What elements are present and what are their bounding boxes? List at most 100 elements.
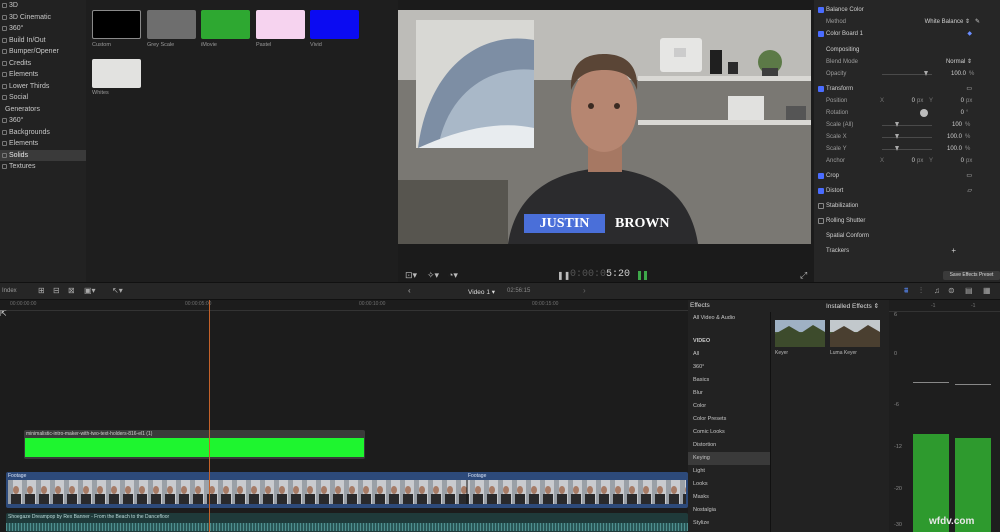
browser-item[interactable]: 3D Cinematic <box>0 12 86 24</box>
rolling-shutter-checkbox[interactable] <box>818 218 824 224</box>
browser-item[interactable]: Bumper/Opener <box>0 46 86 58</box>
browser-item[interactable]: 360° <box>0 115 86 127</box>
scale-y-slider[interactable] <box>882 149 932 150</box>
color-tool-icon[interactable]: ✧▾ <box>427 270 439 281</box>
anchor-y-value[interactable]: 0 <box>961 155 964 167</box>
browser-item[interactable]: 3D <box>0 0 86 12</box>
clip-appearance-icon[interactable]: ▤ <box>965 286 973 295</box>
scale-x-value[interactable]: 100.0 <box>947 131 962 143</box>
scale-all-value[interactable]: 100 <box>952 119 962 131</box>
connect-clip-icon[interactable]: ⊞ <box>38 286 45 295</box>
timecode-display[interactable]: 0:00:05:20 <box>570 269 630 280</box>
index-button[interactable]: Index <box>2 288 17 294</box>
category-distortion[interactable]: Distortion <box>688 439 770 452</box>
balance-color-checkbox[interactable] <box>818 7 824 13</box>
video-frame[interactable]: JUSTIN BROWN <box>398 10 811 244</box>
distort-onscreen-icon[interactable]: ▱ <box>967 185 972 197</box>
swatch-whites[interactable] <box>92 59 141 88</box>
project-name-dropdown[interactable]: Video 1 ▾ <box>468 288 495 296</box>
category-all-video-audio[interactable]: All Video & Audio <box>688 312 770 325</box>
browser-item[interactable]: Textures <box>0 161 86 173</box>
browser-item[interactable]: Social <box>0 92 86 104</box>
footage-storyline[interactable]: Footage Footage <box>6 472 688 508</box>
timeline[interactable]: 00:00:00:00 00:00:05:00 00:00:10:00 00:0… <box>0 300 688 532</box>
overwrite-clip-icon[interactable]: ▣▾ <box>84 286 96 295</box>
eyedropper-icon[interactable]: ✎ <box>975 16 980 28</box>
transform-checkbox[interactable] <box>818 86 824 92</box>
playhead[interactable] <box>209 300 210 532</box>
swatch-imovie[interactable] <box>201 10 250 39</box>
swatch-vivid[interactable] <box>310 10 359 39</box>
category-all[interactable]: All <box>688 348 770 361</box>
crop-checkbox[interactable] <box>818 173 824 179</box>
history-back-icon[interactable]: ‹ <box>408 286 411 295</box>
browser-item[interactable]: Build In/Out <box>0 35 86 47</box>
color-board-checkbox[interactable] <box>818 31 824 37</box>
swatch-grey-scale[interactable] <box>147 10 196 39</box>
browser-item[interactable]: Elements <box>0 138 86 150</box>
title-clip[interactable]: minimalistic-intro-maker-with-two-text-h… <box>24 430 365 459</box>
installed-effects-dropdown[interactable]: Installed Effects ⇕ <box>826 302 879 310</box>
effect-thumb-keyer[interactable] <box>775 320 825 347</box>
category-looks[interactable]: Looks <box>688 478 770 491</box>
crop-onscreen-icon[interactable]: ▭ <box>966 170 972 182</box>
ruler-tick: 00:00:15:00 <box>532 301 559 307</box>
position-x-value[interactable]: 0 <box>912 95 915 107</box>
browser-item[interactable]: Credits <box>0 58 86 70</box>
audio-skimming-icon[interactable]: ⫶ <box>920 286 922 296</box>
category-color[interactable]: Color <box>688 400 770 413</box>
stabilization-checkbox[interactable] <box>818 203 824 209</box>
timeline-ruler[interactable]: 00:00:00:00 00:00:05:00 00:00:10:00 00:0… <box>0 300 688 311</box>
browser-item[interactable]: Lower Thirds <box>0 81 86 93</box>
audio-waveform <box>6 523 688 531</box>
category-360[interactable]: 360° <box>688 361 770 374</box>
category-basics[interactable]: Basics <box>688 374 770 387</box>
swatch-pastel[interactable] <box>256 10 305 39</box>
speed-tool-icon[interactable]: ◔▾ <box>448 270 458 281</box>
skimming-icon[interactable]: ⩩ <box>904 286 908 296</box>
headphones-icon[interactable]: ♫ <box>934 286 940 295</box>
color-board-label: Color Board 1 <box>826 31 864 37</box>
browser-item[interactable]: Backgrounds <box>0 127 86 139</box>
distort-checkbox[interactable] <box>818 188 824 194</box>
fullscreen-icon[interactable]: ⤢ <box>800 270 807 281</box>
select-tool-icon[interactable]: ↖▾ <box>112 286 123 295</box>
scale-x-slider[interactable] <box>882 137 932 138</box>
rotation-dial[interactable] <box>920 109 928 117</box>
audio-clip[interactable]: Shoegaze Dreampop by Rex Banner - From t… <box>6 513 688 532</box>
effects-browser-icon[interactable]: ▦ <box>983 286 991 295</box>
transform-onscreen-icon[interactable]: ▭ <box>966 83 972 95</box>
category-light[interactable]: Light <box>688 465 770 478</box>
opacity-slider[interactable] <box>882 74 932 75</box>
insert-clip-icon[interactable]: ⊟ <box>53 286 60 295</box>
category-masks[interactable]: Masks <box>688 491 770 504</box>
scale-y-value[interactable]: 100.0 <box>947 143 962 155</box>
rotation-value[interactable]: 0 <box>961 107 964 119</box>
category-nostalgia[interactable]: Nostalgia <box>688 504 770 517</box>
swatch-custom[interactable] <box>92 10 141 39</box>
category-keying[interactable]: Keying <box>688 452 770 465</box>
add-tracker-icon[interactable]: + <box>951 245 956 257</box>
snapping-icon[interactable]: ⊜ <box>948 286 955 295</box>
position-y-value[interactable]: 0 <box>961 95 964 107</box>
transform-tool-icon[interactable]: ⊡▾ <box>405 270 417 281</box>
effect-thumb-luma-keyer[interactable] <box>830 320 880 347</box>
opacity-value[interactable]: 100.0 <box>951 68 966 80</box>
save-effects-preset-button[interactable]: Save Effects Preset <box>943 271 1000 280</box>
color-board-icon[interactable]: ◆ <box>967 28 972 40</box>
browser-item[interactable]: 360° <box>0 23 86 35</box>
category-color-presets[interactable]: Color Presets <box>688 413 770 426</box>
anchor-x-value[interactable]: 0 <box>912 155 915 167</box>
browser-section-header[interactable]: Generators <box>0 104 86 116</box>
browser-item[interactable]: Solids <box>0 149 86 161</box>
category-stylize[interactable]: Stylize <box>688 517 770 530</box>
method-dropdown[interactable]: White Balance ⇕ <box>925 16 970 28</box>
category-comic-looks[interactable]: Comic Looks <box>688 426 770 439</box>
blend-mode-dropdown[interactable]: Normal ⇕ <box>946 56 972 68</box>
append-clip-icon[interactable]: ⊠ <box>68 286 75 295</box>
history-forward-icon[interactable]: › <box>583 286 586 295</box>
browser-item[interactable]: Elements <box>0 69 86 81</box>
play-pause-icon[interactable]: ❚❚ <box>557 271 570 280</box>
scale-all-slider[interactable] <box>882 125 932 126</box>
category-blur[interactable]: Blur <box>688 387 770 400</box>
